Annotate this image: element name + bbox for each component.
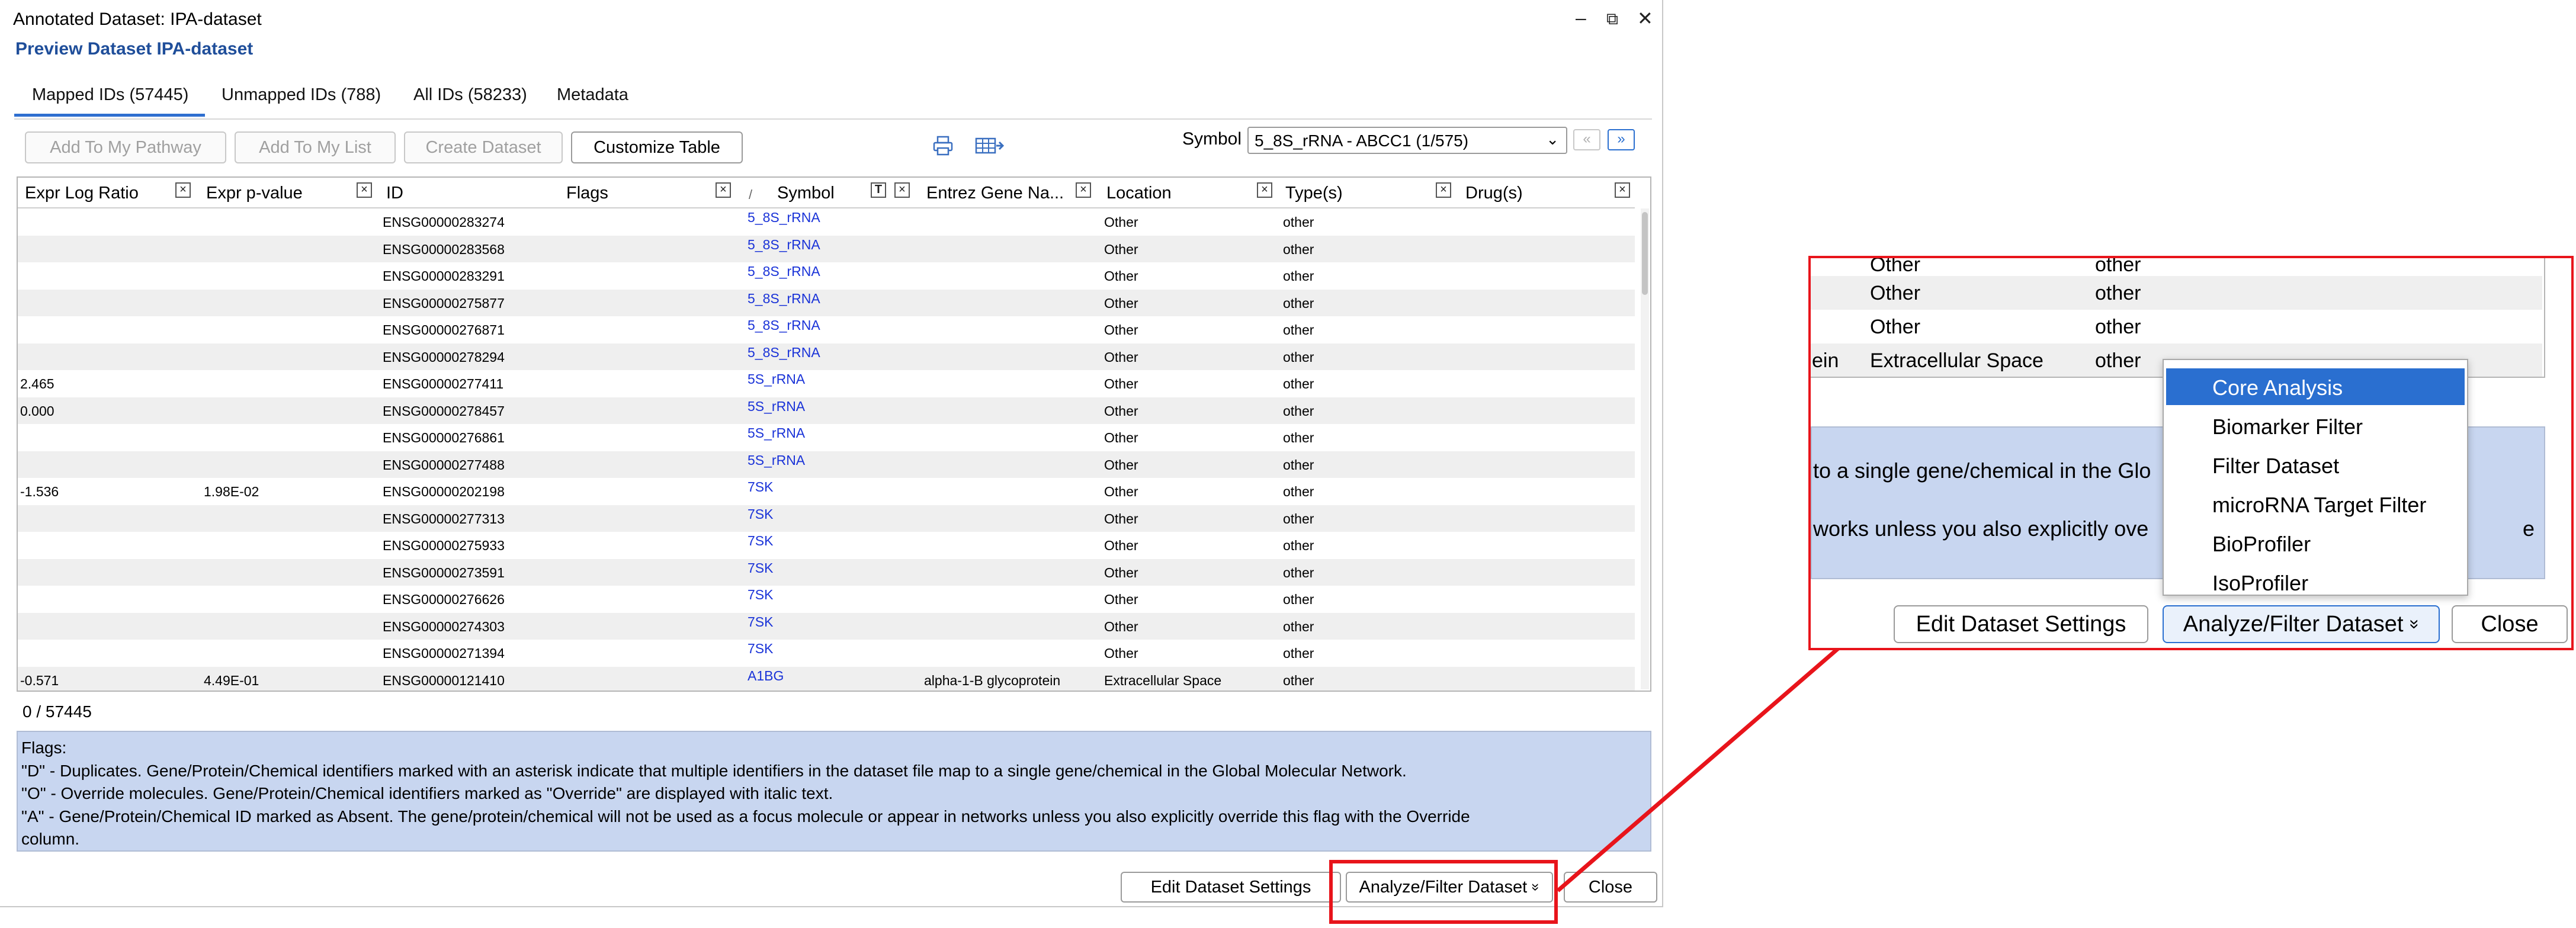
inset-location: Other <box>1870 256 1921 276</box>
inset-edit-settings-button[interactable]: Edit Dataset Settings <box>1894 605 2148 643</box>
analyze-dropdown-menu: Core Analysis Biomarker Filter Filter Da… <box>2163 359 2468 596</box>
inset-location: Other <box>1870 282 1921 304</box>
inset-analyze-label: Analyze/Filter Dataset <box>2183 611 2404 637</box>
inset-type: other <box>2095 282 2141 304</box>
inset-location: Extracellular Space <box>1870 349 2044 372</box>
inset-location: Other <box>1870 316 1921 338</box>
inset-analyze-filter-button[interactable]: Analyze/Filter Dataset » <box>2163 605 2440 643</box>
inset-close-button[interactable]: Close <box>2452 605 2568 643</box>
zoom-inset: Other other Other other Other other ein … <box>1808 256 2574 650</box>
menu-item-filter-dataset[interactable]: Filter Dataset <box>2166 447 2465 483</box>
chevron-double-down-icon: » <box>2404 619 2424 630</box>
menu-item-bioprofiler[interactable]: BioProfiler <box>2166 525 2465 561</box>
inset-type: other <box>2095 349 2141 372</box>
inset-flags-tail: e <box>2523 516 2535 541</box>
inset-table-edge <box>2544 258 2545 378</box>
inset-type: other <box>2095 256 2141 276</box>
inset-flags-line: to a single gene/chemical in the Glo <box>1813 458 2151 483</box>
inset-row: Other other <box>1811 276 2542 310</box>
inset-type: other <box>2095 316 2141 338</box>
inset-row: Other other <box>1811 310 2542 343</box>
menu-item-isoprofiler[interactable]: IsoProfiler <box>2166 564 2465 601</box>
menu-item-microrna-target-filter[interactable]: microRNA Target Filter <box>2166 486 2465 522</box>
menu-item-core-analysis[interactable]: Core Analysis <box>2166 368 2465 405</box>
inset-flags-line: works unless you also explicitly ove <box>1813 516 2149 541</box>
menu-item-biomarker-filter[interactable]: Biomarker Filter <box>2166 407 2465 444</box>
